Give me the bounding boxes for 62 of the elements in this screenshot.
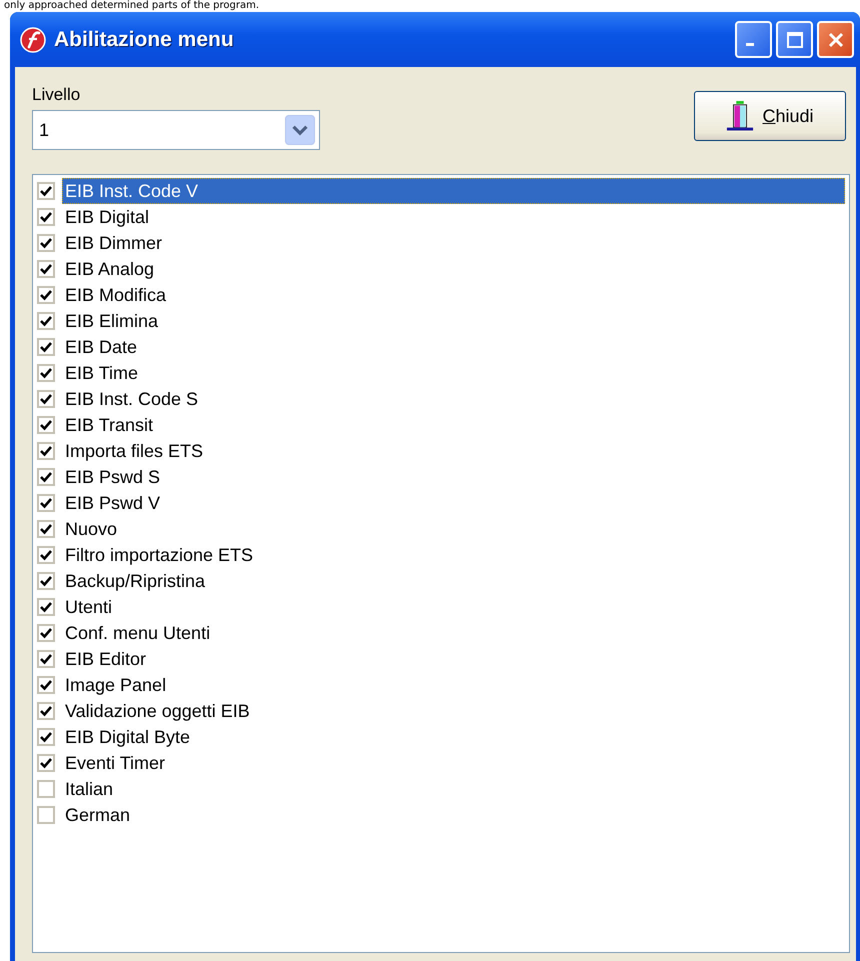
door-exit-icon bbox=[726, 100, 754, 132]
checkbox[interactable] bbox=[37, 728, 55, 746]
minimize-icon bbox=[746, 43, 754, 46]
menu-item[interactable]: EIB Time bbox=[62, 360, 142, 386]
level-dropdown[interactable]: 1 bbox=[32, 110, 320, 150]
checkbox[interactable] bbox=[37, 598, 55, 616]
minimize-button[interactable] bbox=[735, 21, 772, 58]
checkbox[interactable] bbox=[37, 676, 55, 694]
checkbox[interactable] bbox=[37, 260, 55, 278]
menu-item[interactable]: Italian bbox=[62, 776, 116, 802]
checkbox[interactable] bbox=[37, 312, 55, 330]
close-button[interactable] bbox=[817, 21, 854, 58]
menu-item[interactable]: EIB Inst. Code S bbox=[62, 386, 202, 412]
checkbox[interactable] bbox=[37, 416, 55, 434]
menu-item[interactable]: Utenti bbox=[62, 594, 116, 620]
menu-item[interactable]: EIB Digital Byte bbox=[62, 724, 194, 750]
menu-item[interactable]: EIB Date bbox=[62, 334, 140, 360]
menu-item[interactable]: EIB Analog bbox=[62, 256, 158, 282]
caption-text: only approached determined parts of the program. bbox=[3, 0, 260, 12]
maximize-icon bbox=[784, 30, 804, 50]
menu-item[interactable]: Nuovo bbox=[62, 516, 120, 542]
checkbox[interactable] bbox=[37, 208, 55, 226]
menu-item[interactable]: Validazione oggetti EIB bbox=[62, 698, 253, 724]
checkbox[interactable] bbox=[37, 806, 55, 824]
menu-item[interactable]: EIB Transit bbox=[62, 412, 156, 438]
checkbox[interactable] bbox=[37, 468, 55, 486]
checkbox[interactable] bbox=[37, 520, 55, 538]
checkbox[interactable] bbox=[37, 494, 55, 512]
checkbox[interactable] bbox=[37, 364, 55, 382]
level-label: Livello bbox=[32, 85, 82, 105]
menu-item[interactable]: EIB Elimina bbox=[62, 308, 162, 334]
checkbox[interactable] bbox=[37, 650, 55, 668]
checkbox[interactable] bbox=[37, 442, 55, 460]
menu-item[interactable]: EIB Modifica bbox=[62, 282, 170, 308]
checkbox[interactable] bbox=[37, 754, 55, 772]
checkbox[interactable] bbox=[37, 182, 55, 200]
checkbox[interactable] bbox=[37, 390, 55, 408]
app-icon bbox=[20, 26, 46, 52]
menu-item[interactable]: EIB Dimmer bbox=[62, 230, 166, 256]
checkbox[interactable] bbox=[37, 286, 55, 304]
window-title: Abilitazione menu bbox=[54, 28, 234, 52]
checkbox[interactable] bbox=[37, 338, 55, 356]
checkbox[interactable] bbox=[37, 624, 55, 642]
menu-item[interactable]: Eventi Timer bbox=[62, 750, 168, 776]
menu-item[interactable]: German bbox=[62, 802, 134, 828]
menu-item[interactable]: EIB Digital bbox=[62, 204, 152, 230]
menu-item[interactable]: EIB Pswd S bbox=[62, 464, 164, 490]
checkbox[interactable] bbox=[37, 780, 55, 798]
menu-item[interactable]: EIB Editor bbox=[62, 646, 150, 672]
close-dialog-button[interactable]: Chiudi bbox=[694, 91, 846, 141]
menu-item[interactable]: Importa files ETS bbox=[62, 438, 206, 464]
menu-item[interactable]: Backup/Ripristina bbox=[62, 568, 208, 594]
menu-item[interactable]: EIB Pswd V bbox=[62, 490, 164, 516]
menu-item[interactable]: Conf. menu Utenti bbox=[62, 620, 214, 646]
maximize-button[interactable] bbox=[776, 21, 813, 58]
menu-item[interactable]: Image Panel bbox=[62, 672, 170, 698]
menu-item[interactable]: Filtro importazione ETS bbox=[62, 542, 256, 568]
checkbox[interactable] bbox=[37, 234, 55, 252]
checkbox[interactable] bbox=[37, 702, 55, 720]
checkbox[interactable] bbox=[37, 572, 55, 590]
checkbox[interactable] bbox=[37, 546, 55, 564]
menu-item[interactable]: EIB Inst. Code V bbox=[62, 178, 845, 204]
